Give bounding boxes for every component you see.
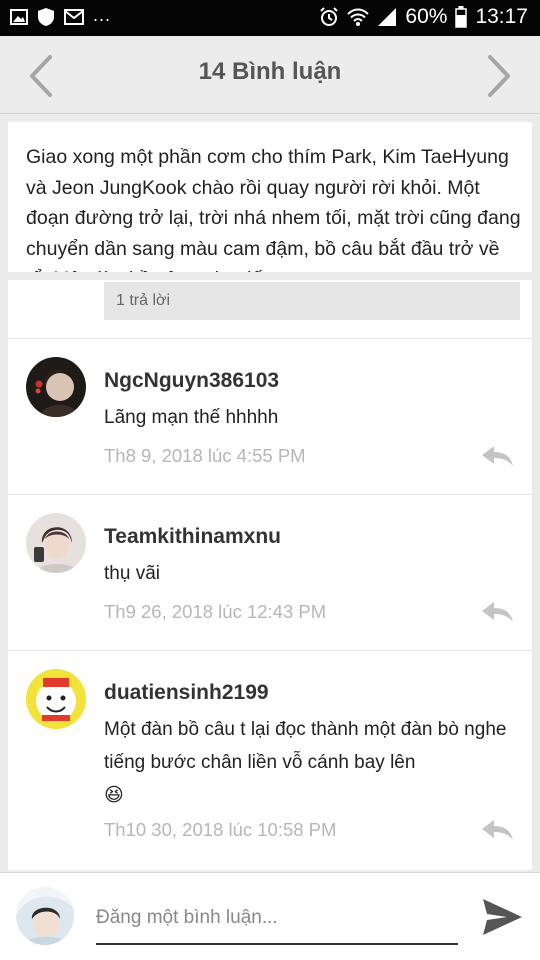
- reply-icon[interactable]: [480, 819, 514, 841]
- comment-username[interactable]: duatiensinh2199: [104, 681, 269, 705]
- system-icons: 60% 13:17: [319, 5, 528, 29]
- mail-notification-icon: [64, 9, 84, 25]
- clock: 13:17: [475, 5, 528, 28]
- comment-timestamp: Th8 9, 2018 lúc 4:55 PM: [104, 445, 306, 466]
- reply-icon[interactable]: [480, 445, 514, 467]
- avatar[interactable]: [26, 513, 86, 573]
- comment-item: NgcNguyn386103 Lãng mạn thế hhhhh Th8 9,…: [8, 338, 532, 494]
- wifi-icon: [347, 8, 370, 26]
- comment-text: Một đàn bồ câu t lại đọc thành một đàn b…: [104, 713, 514, 812]
- reply-count-bar[interactable]: 1 trả lời: [104, 282, 520, 320]
- reply-icon[interactable]: [480, 601, 514, 623]
- comment-text: Lãng mạn thế hhhhh: [104, 407, 279, 428]
- shield-notification-icon: [38, 8, 54, 26]
- comments-header: 14 Bình luận: [0, 36, 540, 114]
- comment-username[interactable]: NgcNguyn386103: [104, 369, 279, 393]
- chevron-right-icon[interactable]: [484, 54, 514, 98]
- comment-username[interactable]: Teamkithinamxnu: [104, 525, 281, 549]
- status-bar: ... 60% 13:17: [0, 0, 540, 36]
- current-user-avatar: [16, 887, 74, 945]
- laughing-emoji: 😆: [104, 785, 124, 806]
- more-notifications: ...: [93, 4, 112, 25]
- story-excerpt[interactable]: Giao xong một phần cơm cho thím Park, Ki…: [8, 122, 532, 272]
- comments-list: 1 trả lời NgcNguyn386103 Lãng mạn thế hh…: [8, 280, 532, 870]
- comment-item: Teamkithinamxnu thụ vãi Th9 26, 2018 lúc…: [8, 494, 532, 650]
- gallery-notification-icon: [10, 9, 28, 25]
- notification-icons: ...: [10, 4, 112, 27]
- comment-timestamp: Th10 30, 2018 lúc 10:58 PM: [104, 819, 337, 840]
- avatar[interactable]: [26, 357, 86, 417]
- alarm-icon: [320, 7, 339, 26]
- page-title: 14 Bình luận: [198, 58, 342, 85]
- send-icon[interactable]: [480, 895, 524, 939]
- comment-timestamp: Th9 26, 2018 lúc 12:43 PM: [104, 601, 327, 622]
- battery-icon: [455, 6, 468, 28]
- comment-text: thụ vãi: [104, 563, 160, 584]
- comment-text-body: Một đàn bồ câu t lại đọc thành một đàn b…: [104, 719, 507, 773]
- avatar[interactable]: [26, 669, 86, 729]
- signal-icon: [378, 8, 397, 26]
- battery-percent: 60%: [405, 5, 448, 28]
- comment-composer: [0, 872, 540, 960]
- comment-item: duatiensinh2199 Một đàn bồ câu t lại đọc…: [8, 650, 532, 870]
- excerpt-text: Giao xong một phần cơm cho thím Park, Ki…: [26, 146, 521, 272]
- comment-input[interactable]: [96, 899, 458, 945]
